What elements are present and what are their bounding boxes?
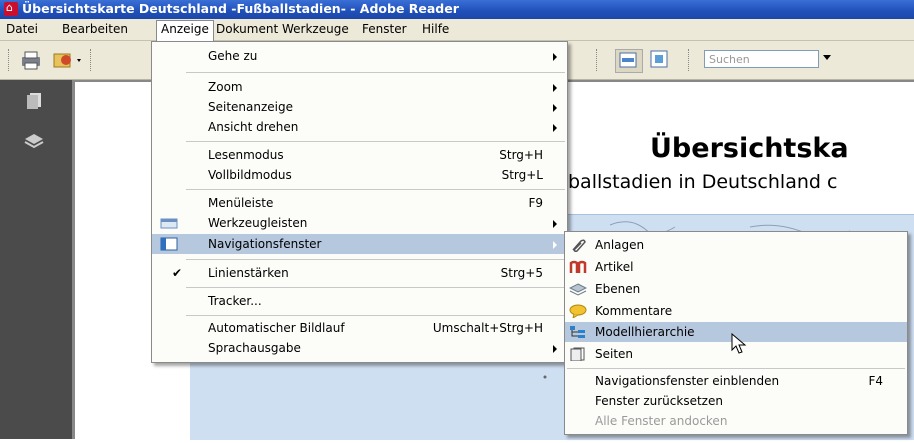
toolbar-separator [596, 49, 599, 71]
search-input[interactable]: Suchen [704, 50, 819, 68]
pages-panel-button[interactable] [24, 92, 44, 110]
comment-icon [569, 304, 587, 318]
submenu-item-navigationsfenster-einblenden[interactable]: Navigationsfenster einblenden F4 [565, 371, 907, 391]
document-subtitle: ballstadien in Deutschland c [568, 171, 838, 193]
layers-icon [569, 283, 587, 296]
submenu-arrow-icon [553, 124, 557, 132]
printer-icon [22, 51, 40, 70]
menu-separator [567, 368, 905, 369]
print-button[interactable] [18, 49, 44, 71]
menu-hilfe[interactable]: Hilfe [418, 21, 453, 38]
collaborate-button[interactable] [52, 49, 81, 71]
toolbars-icon [160, 218, 178, 229]
layers-icon [24, 134, 44, 149]
toolbar-separator [688, 49, 691, 71]
menu-separator [186, 141, 565, 142]
anzeige-menu: Gehe zu Zoom Seitenanzeige Ansicht drehe… [151, 41, 568, 363]
submenu-item-kommentare[interactable]: Kommentare [565, 301, 907, 321]
menu-item-tracker[interactable]: Tracker... [152, 291, 567, 311]
menu-item-werkzeugleisten[interactable]: Werkzeugleisten [152, 213, 567, 233]
submenu-item-artikel[interactable]: Artikel [565, 257, 907, 277]
menu-anzeige[interactable]: Anzeige [156, 20, 214, 41]
menu-fenster[interactable]: Fenster [358, 21, 411, 38]
fit-page-button[interactable] [647, 49, 673, 71]
navigation-pane [0, 80, 72, 439]
submenu-arrow-icon [553, 104, 557, 112]
adobe-reader-icon [4, 1, 18, 16]
title-bar: Übersichtskarte Deutschland -Fußballstad… [0, 0, 914, 19]
submenu-item-anlagen[interactable]: Anlagen [565, 235, 907, 255]
menu-item-linienstaerken[interactable]: ✔ Linienstärken Strg+5 [152, 263, 567, 283]
window-title: Übersichtskarte Deutschland -Fußballstad… [22, 1, 459, 16]
menu-item-vollbildmodus[interactable]: Vollbildmodus Strg+L [152, 165, 567, 185]
submenu-arrow-icon [553, 53, 557, 61]
toolbar-separator [90, 49, 93, 71]
menu-separator [186, 72, 565, 73]
menu-item-zoom[interactable]: Zoom [152, 77, 567, 97]
menu-datei[interactable]: Datei [2, 21, 42, 38]
submenu-arrow-icon [553, 84, 557, 92]
submenu-item-ebenen[interactable]: Ebenen [565, 279, 907, 299]
fit-page-icon [650, 50, 668, 68]
fit-width-button[interactable] [615, 49, 643, 73]
article-icon [569, 260, 587, 273]
pages-icon [27, 93, 41, 109]
menu-separator [186, 189, 565, 190]
toolbar-grip[interactable] [8, 49, 11, 71]
menu-item-lesenmodus[interactable]: Lesenmodus Strg+H [152, 145, 567, 165]
submenu-arrow-icon [553, 241, 557, 249]
navigation-pane-icon [160, 237, 178, 251]
submenu-item-fenster-zuruecksetzen[interactable]: Fenster zurücksetzen [565, 391, 907, 411]
menu-separator [186, 287, 565, 288]
menu-item-seitenanzeige[interactable]: Seitenanzeige [152, 97, 567, 117]
collaborate-icon [53, 53, 81, 68]
fit-width-icon [619, 52, 637, 68]
model-tree-icon [570, 326, 585, 338]
menu-item-navigationsfenster[interactable]: Navigationsfenster [152, 234, 567, 254]
submenu-arrow-icon [553, 345, 557, 353]
menu-werkzeuge[interactable]: Werkzeuge [278, 21, 353, 38]
menu-separator [186, 259, 565, 260]
menu-bearbeiten[interactable]: Bearbeiten [58, 21, 132, 38]
paperclip-icon [572, 239, 586, 252]
pages-icon [570, 347, 585, 361]
menu-dokument[interactable]: Dokument [212, 21, 282, 38]
checkmark-icon: ✔ [172, 266, 183, 280]
menu-item-sprachausgabe[interactable]: Sprachausgabe [152, 338, 567, 358]
menu-item-automatischer-bildlauf[interactable]: Automatischer Bildlauf Umschalt+Strg+H [152, 318, 567, 338]
menu-item-ansicht-drehen[interactable]: Ansicht drehen [152, 117, 567, 137]
search-dropdown-icon[interactable] [823, 55, 831, 60]
menu-bar: Datei Bearbeiten Anzeige Dokument Werkze… [0, 19, 914, 41]
mouse-cursor-icon [731, 333, 747, 354]
submenu-item-alle-fenster-andocken: Alle Fenster andocken [595, 414, 728, 428]
menu-item-menueleiste[interactable]: Menüleiste F9 [152, 193, 567, 213]
menu-item-gehe-zu[interactable]: Gehe zu [152, 46, 567, 66]
submenu-arrow-icon [553, 220, 557, 228]
menu-separator [186, 315, 565, 316]
layers-panel-button[interactable] [24, 132, 44, 150]
document-title: Übersichtska [650, 133, 849, 164]
